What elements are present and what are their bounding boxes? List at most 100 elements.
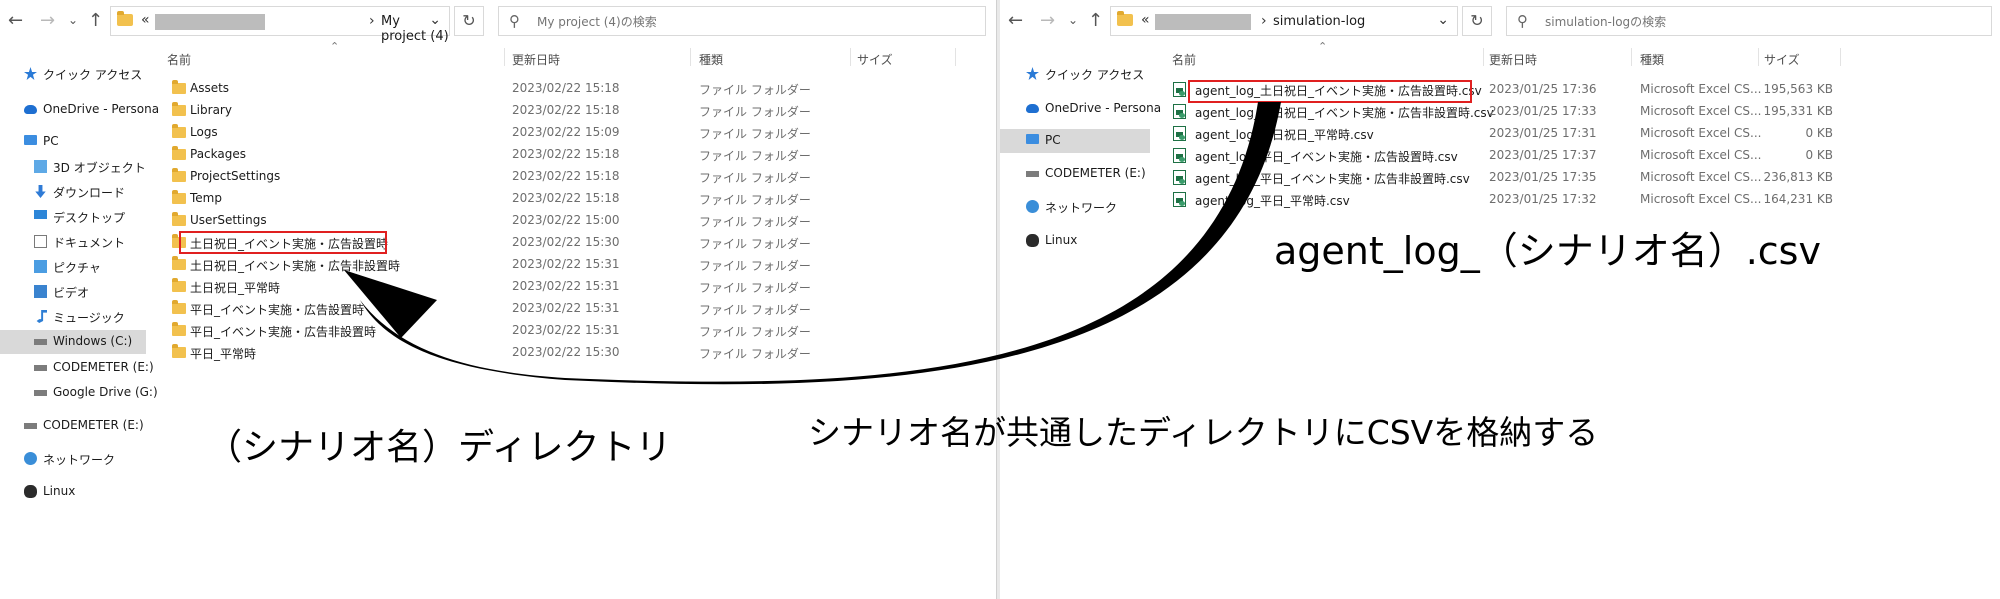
file-row[interactable]: Logs 2023/02/22 15:09 ファイル フォルダー: [160, 122, 950, 144]
file-row[interactable]: Assets 2023/02/22 15:18 ファイル フォルダー: [160, 78, 950, 100]
nav-item[interactable]: ドキュメント: [0, 230, 146, 254]
file-type: ファイル フォルダー: [699, 127, 811, 141]
file-date: 2023/02/22 15:31: [512, 279, 620, 293]
drive-icon: [1026, 171, 1039, 177]
back-arrow-icon[interactable]: ←: [8, 10, 23, 31]
overflow-chevron-icon[interactable]: «: [1141, 12, 1150, 28]
search-box[interactable]: ⚲: [1506, 6, 1992, 36]
nav-item[interactable]: PC: [1000, 129, 1150, 153]
file-row[interactable]: 平日_平常時 2023/02/22 15:30 ファイル フォルダー: [160, 342, 950, 364]
nav-item[interactable]: OneDrive - Persona: [1000, 97, 1161, 121]
column-separator[interactable]: [690, 48, 691, 66]
nav-item[interactable]: ダウンロード: [0, 180, 146, 204]
file-row[interactable]: 土日祝日_平常時 2023/02/22 15:31 ファイル フォルダー: [160, 276, 950, 298]
nav-item[interactable]: CODEMETER (E:): [0, 356, 154, 380]
highlight-box: [179, 231, 387, 254]
address-dropdown-icon[interactable]: ⌄: [429, 12, 441, 28]
refresh-button[interactable]: ↻: [1462, 6, 1492, 36]
file-row[interactable]: UserSettings 2023/02/22 15:00 ファイル フォルダー: [160, 210, 950, 232]
music-icon: [36, 310, 47, 323]
file-row[interactable]: 平日_イベント実施・広告非設置時 2023/02/22 15:31 ファイル フォル…: [160, 320, 950, 342]
nav-item[interactable]: クイック アクセス: [0, 62, 146, 86]
file-row[interactable]: Library 2023/02/22 15:18 ファイル フォルダー: [160, 100, 950, 122]
file-row[interactable]: 土日祝日_イベント実施・広告非設置時 2023/02/22 15:31 ファイル フ…: [160, 254, 950, 276]
refresh-button[interactable]: ↻: [454, 6, 484, 36]
overflow-chevron-icon[interactable]: «: [141, 12, 150, 28]
csv-file-icon: [1173, 82, 1186, 97]
column-separator[interactable]: [1758, 48, 1759, 66]
column-separator[interactable]: [1840, 48, 1841, 66]
address-bar[interactable]: « › simulation-log ⌄: [1110, 6, 1458, 36]
file-row[interactable]: ProjectSettings 2023/02/22 15:18 ファイル フォルダ…: [160, 166, 950, 188]
search-input[interactable]: [535, 11, 928, 33]
nav-item[interactable]: ピクチャ: [0, 255, 146, 279]
nav-item-label: クイック アクセス: [43, 68, 143, 82]
search-input[interactable]: [1543, 11, 1935, 33]
column-separator[interactable]: [504, 48, 505, 66]
nav-item[interactable]: クイック アクセス: [1000, 62, 1150, 86]
redacted-path: [1155, 14, 1251, 30]
back-arrow-icon[interactable]: ←: [1008, 10, 1023, 31]
file-date: 2023/02/22 15:18: [512, 147, 620, 161]
nav-item[interactable]: PC: [0, 130, 146, 154]
nav-item[interactable]: CODEMETER (E:): [1000, 162, 1150, 186]
address-bar[interactable]: « › My project (4) ⌄: [110, 6, 450, 44]
file-type: ファイル フォルダー: [699, 193, 811, 207]
column-header-date[interactable]: 更新日時: [1489, 51, 1537, 68]
file-type: ファイル フォルダー: [699, 347, 811, 361]
breadcrumb-current[interactable]: simulation-log: [1273, 14, 1365, 29]
file-row[interactable]: Temp 2023/02/22 15:18 ファイル フォルダー: [160, 188, 950, 210]
column-header-date[interactable]: 更新日時: [512, 51, 560, 68]
column-separator[interactable]: [1483, 48, 1484, 66]
forward-arrow-icon[interactable]: →: [40, 10, 55, 31]
recent-locations-chevron-icon[interactable]: ⌄: [1068, 13, 1078, 27]
column-separator[interactable]: [1631, 48, 1632, 66]
nav-item[interactable]: Google Drive (G:): [0, 381, 158, 405]
nav-item[interactable]: Linux: [0, 480, 146, 504]
folder-icon: [172, 102, 186, 116]
file-row[interactable]: agent_log_土日祝日_平常時.csv 2023/01/25 17:31 Mi…: [1165, 123, 1845, 145]
folder-icon: [172, 278, 186, 292]
star-icon: [1026, 67, 1039, 80]
file-row[interactable]: 平日_イベント実施・広告設置時 2023/02/22 15:31 ファイル フォルダ…: [160, 298, 950, 320]
nav-item[interactable]: ネットワーク: [0, 447, 146, 471]
csv-file-icon: [1173, 170, 1186, 185]
nav-item[interactable]: デスクトップ: [0, 205, 146, 229]
forward-arrow-icon[interactable]: →: [1040, 10, 1055, 31]
file-type: ファイル フォルダー: [699, 281, 811, 295]
column-separator[interactable]: [955, 48, 956, 66]
up-arrow-icon[interactable]: ↑: [1088, 10, 1103, 31]
nav-item[interactable]: Windows (C:): [0, 330, 146, 354]
column-header-name[interactable]: 名前: [1172, 51, 1196, 68]
nav-item[interactable]: 3D オブジェクト: [0, 155, 146, 179]
nav-item[interactable]: OneDrive - Persona: [0, 98, 159, 122]
nav-item[interactable]: ミュージック: [0, 305, 146, 329]
file-row[interactable]: agent_log_平日_イベント実施・広告設置時.csv 2023/01/25 …: [1165, 145, 1845, 167]
column-header-size[interactable]: サイズ: [1764, 51, 1800, 68]
nav-item[interactable]: ビデオ: [0, 280, 146, 304]
file-date: 2023/02/22 15:31: [512, 257, 620, 271]
file-name: agent_log_平日_イベント実施・広告非設置時.csv: [1195, 172, 1470, 186]
file-row[interactable]: agent_log_土日祝日_イベント実施・広告非設置時.csv 2023/01/…: [1165, 101, 1845, 123]
recent-locations-chevron-icon[interactable]: ⌄: [68, 13, 78, 27]
up-arrow-icon[interactable]: ↑: [88, 10, 103, 31]
file-name: 平日_イベント実施・広告設置時: [190, 303, 365, 317]
column-separator[interactable]: [850, 48, 851, 66]
right-explorer-window: ← → ⌄ ↑ « › simulation-log ⌄ ↻ ⚲ クイック アク…: [1000, 0, 2000, 599]
drive-icon: [34, 390, 47, 396]
address-dropdown-icon[interactable]: ⌄: [1437, 12, 1449, 28]
folder-icon: [172, 322, 186, 336]
nav-item-label: PC: [1045, 133, 1061, 147]
search-box[interactable]: ⚲: [498, 6, 986, 36]
nav-item[interactable]: CODEMETER (E:): [0, 414, 146, 438]
file-row[interactable]: agent_log_平日_平常時.csv 2023/01/25 17:32 Micr…: [1165, 189, 1845, 211]
column-header-type[interactable]: 種類: [1640, 51, 1664, 68]
column-header-type[interactable]: 種類: [699, 51, 723, 68]
nav-item-label: ドキュメント: [53, 236, 126, 250]
file-row[interactable]: agent_log_平日_イベント実施・広告非設置時.csv 2023/01/25…: [1165, 167, 1845, 189]
nav-item[interactable]: ネットワーク: [1000, 195, 1150, 219]
column-header-size[interactable]: サイズ: [857, 51, 893, 68]
nav-item[interactable]: Linux: [1000, 229, 1150, 253]
file-row[interactable]: Packages 2023/02/22 15:18 ファイル フォルダー: [160, 144, 950, 166]
column-header-name[interactable]: 名前: [167, 51, 191, 68]
